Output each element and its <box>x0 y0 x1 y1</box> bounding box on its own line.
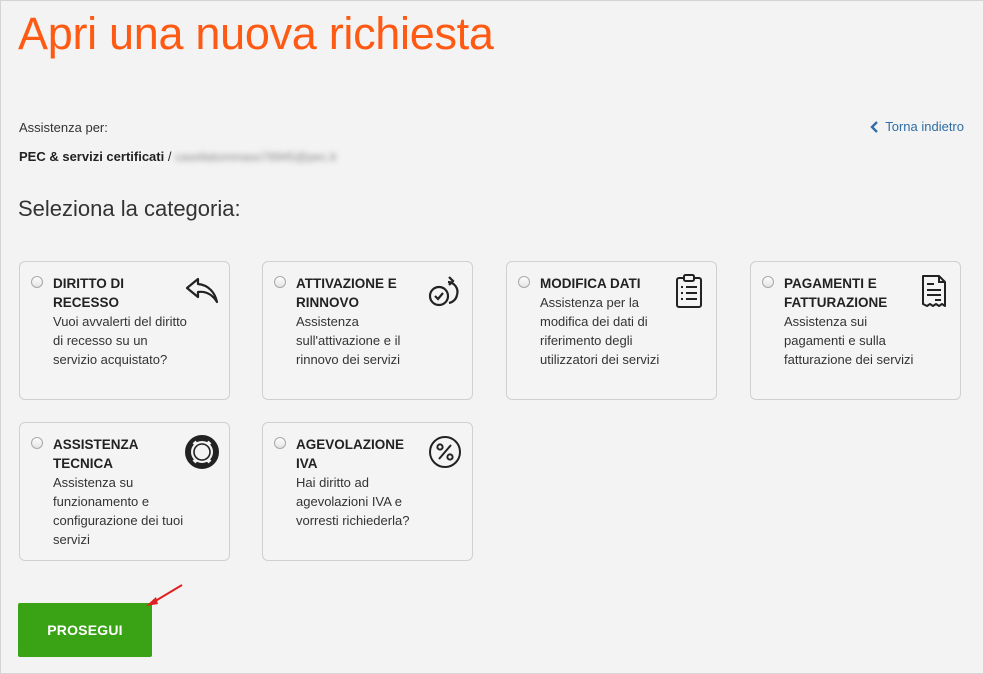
category-card-assistenza-tecnica[interactable]: ASSISTENZA TECNICA Assistenza su funzion… <box>19 422 230 561</box>
continue-button[interactable]: PROSEGUI <box>18 603 152 657</box>
category-radio[interactable] <box>274 276 286 288</box>
category-card-agevolazione-iva[interactable]: AGEVOLAZIONE IVA Hai diritto ad agevolaz… <box>262 422 473 561</box>
back-link-label: Torna indietro <box>885 119 964 134</box>
lifebuoy-icon <box>184 434 220 470</box>
redacted-email: casellatommaso78945@pec.it <box>175 150 337 164</box>
service-separator: / <box>164 149 176 164</box>
category-radio[interactable] <box>31 437 43 449</box>
annotation-arrow-icon <box>146 584 183 606</box>
category-title: DIRITTO DI RECESSO <box>53 276 125 310</box>
category-radio[interactable] <box>518 276 530 288</box>
percent-icon <box>427 434 463 470</box>
category-description: Assistenza su funzionamento e configuraz… <box>53 475 184 547</box>
category-description: Assistenza sui pagamenti e sulla fattura… <box>784 314 914 367</box>
section-title: Seleziona la categoria: <box>18 196 241 221</box>
category-title: MODIFICA DATI <box>540 276 641 291</box>
chevron-left-icon <box>870 120 879 133</box>
service-line: PEC & servizi certificati / casellatomma… <box>19 149 336 164</box>
service-name: PEC & servizi certificati <box>19 149 165 164</box>
category-description: Vuoi avvalerti del diritto di recesso su… <box>53 314 187 367</box>
assistance-label: Assistenza per: <box>19 120 108 135</box>
category-card-diritto-recesso[interactable]: DIRITTO DI RECESSO Vuoi avvalerti del di… <box>19 261 230 400</box>
page-title: Apri una nuova richiesta <box>18 8 494 59</box>
undo-arrow-icon <box>184 273 220 309</box>
category-radio[interactable] <box>31 276 43 288</box>
category-description: Hai diritto ad agevolazioni IVA e vorres… <box>296 475 410 528</box>
category-description: Assistenza per la modifica dei dati di r… <box>540 295 660 367</box>
category-card-attivazione-rinnovo[interactable]: ATTIVAZIONE E RINNOVO Assistenza sull'at… <box>262 261 473 400</box>
category-description: Assistenza sull'attivazione e il rinnovo… <box>296 314 401 367</box>
category-title: PAGAMENTI E FATTURAZIONE <box>784 276 888 310</box>
category-title: ASSISTENZA TECNICA <box>53 437 139 471</box>
clipboard-list-icon <box>671 273 707 309</box>
category-title: ATTIVAZIONE E RINNOVO <box>296 276 397 310</box>
renew-check-icon <box>427 273 463 309</box>
category-radio[interactable] <box>762 276 774 288</box>
category-card-pagamenti-fatturazione[interactable]: PAGAMENTI E FATTURAZIONE Assistenza sui … <box>750 261 961 400</box>
receipt-icon <box>915 273 951 309</box>
category-title: AGEVOLAZIONE IVA <box>296 437 405 471</box>
back-link[interactable]: Torna indietro <box>870 119 964 134</box>
category-radio[interactable] <box>274 437 286 449</box>
category-card-modifica-dati[interactable]: MODIFICA DATI Assistenza per la modifica… <box>506 261 717 400</box>
